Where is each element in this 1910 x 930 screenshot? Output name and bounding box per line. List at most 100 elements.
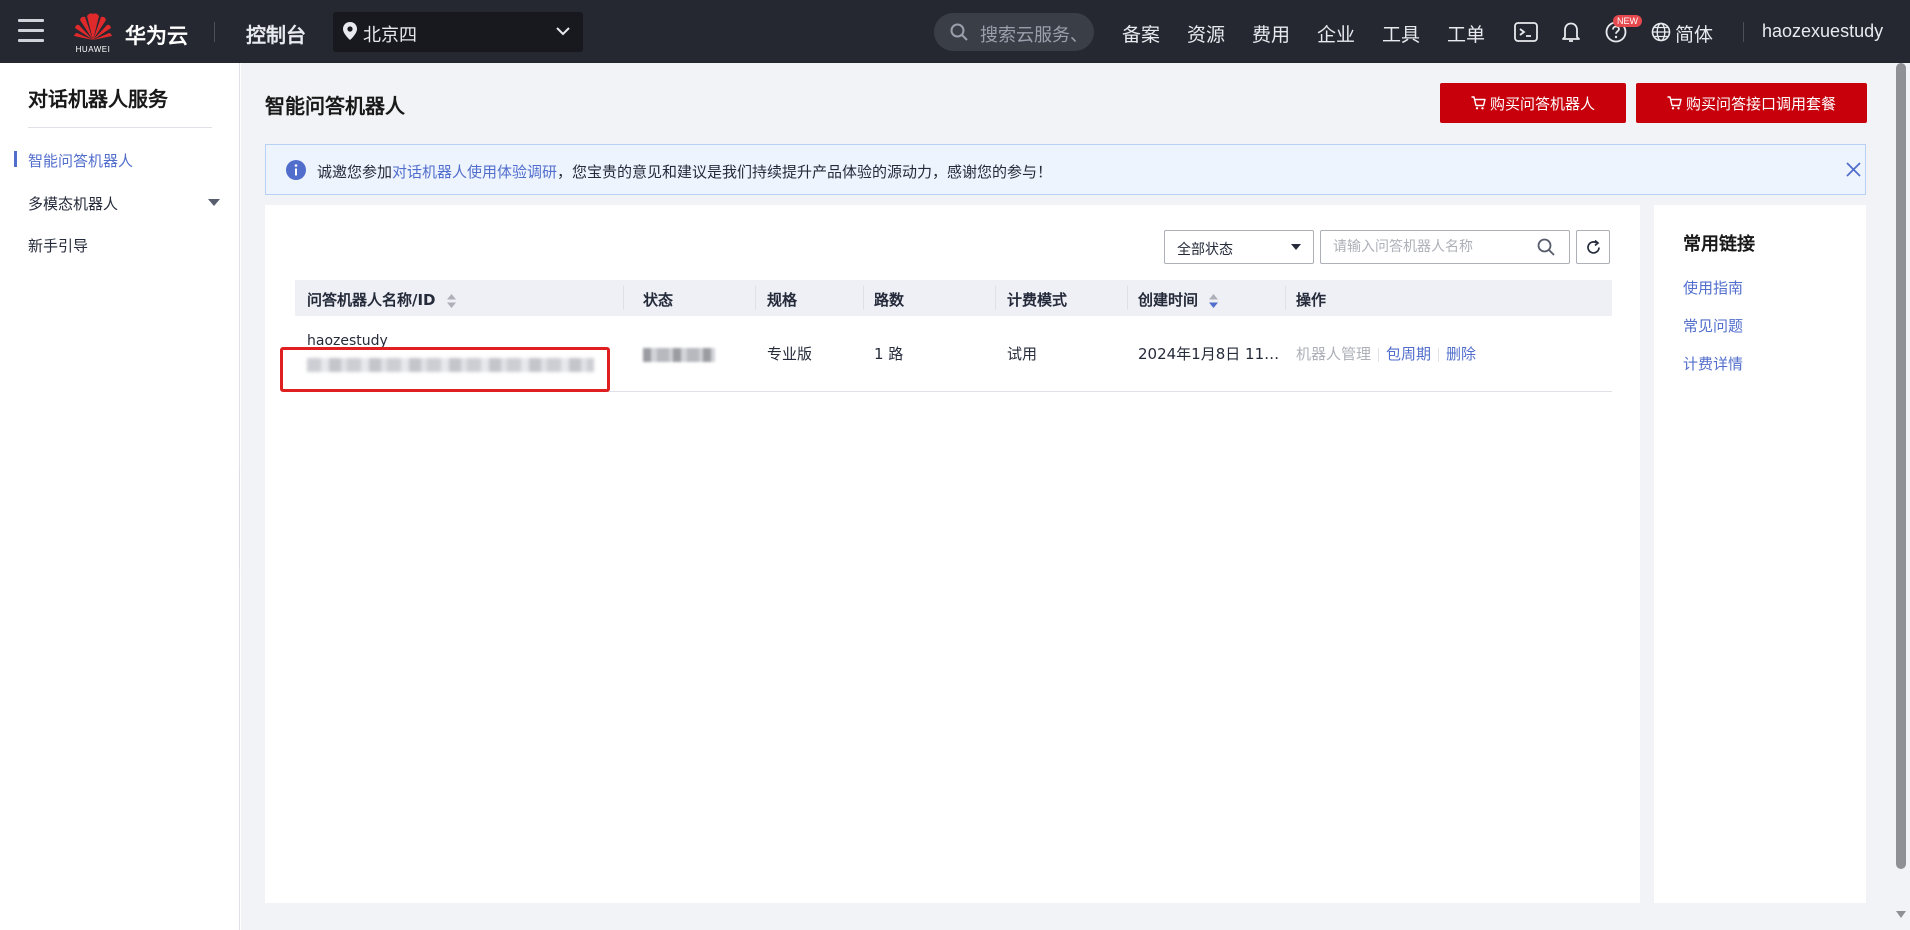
scrollbar-thumb[interactable] <box>1896 63 1906 869</box>
header-actions: 操作 <box>1296 291 1327 309</box>
cart-icon <box>1471 96 1486 110</box>
delete-action[interactable]: 删除 <box>1446 345 1476 363</box>
header-lines: 路数 <box>874 291 905 309</box>
logo-text: HUAWEI <box>75 45 111 54</box>
close-icon[interactable] <box>1846 162 1861 177</box>
header-created-label: 创建时间 <box>1138 291 1199 309</box>
page-title: 智能问答机器人 <box>265 94 405 118</box>
header-billing: 计费模式 <box>1007 291 1068 309</box>
scroll-down-icon[interactable] <box>1896 911 1906 919</box>
active-indicator <box>14 151 17 167</box>
globe-icon[interactable] <box>1651 22 1671 42</box>
header-spec: 规格 <box>767 291 798 309</box>
common-links-title: 常用链接 <box>1683 234 1755 255</box>
sidebar-item-beginner-guide[interactable]: 新手引导 <box>28 235 88 256</box>
action-divider <box>1438 347 1440 362</box>
status-filter-select[interactable]: 全部状态 <box>1164 230 1314 264</box>
link-faq[interactable]: 常见问题 <box>1683 315 1743 336</box>
notice-text: 诚邀您参加对话机器人使用体验调研，您宝贵的意见和建议是我们持续提升产品体验的源动… <box>317 161 1052 182</box>
header-name-id: 问答机器人名称/ID <box>307 289 456 310</box>
manage-robot-action[interactable]: 机器人管理 <box>1296 345 1371 363</box>
survey-link[interactable]: 对话机器人使用体验调研 <box>392 163 557 181</box>
action-divider <box>1378 347 1380 362</box>
chevron-down-icon <box>556 27 570 36</box>
search-icon[interactable] <box>1537 238 1555 256</box>
region-label: 北京四 <box>363 25 417 46</box>
column-separator <box>755 286 756 310</box>
nav-enterprise[interactable]: 企业 <box>1317 20 1355 47</box>
main-content: 智能问答机器人 购买问答机器人 购买问答接口调用套餐 诚邀您参加对话机器人使用体… <box>241 63 1892 930</box>
column-separator <box>1127 286 1128 310</box>
robot-lines: 1 路 <box>874 345 904 363</box>
common-links-panel: 常用链接 使用指南 常见问题 计费详情 <box>1654 205 1866 903</box>
column-separator <box>863 286 864 310</box>
sidebar-divider <box>28 127 212 128</box>
header-created: 创建时间 <box>1138 289 1219 310</box>
robot-name-search-input[interactable] <box>1320 230 1570 264</box>
subscription-action[interactable]: 包周期 <box>1386 345 1431 363</box>
column-separator <box>1285 286 1286 310</box>
sidebar-item-multimodal-robot[interactable]: 多模态机器人 <box>28 193 118 214</box>
nav-resources[interactable]: 资源 <box>1187 20 1225 47</box>
buy-robot-label: 购买问答机器人 <box>1489 94 1595 113</box>
refresh-icon <box>1587 239 1600 254</box>
header-name-id-label: 问答机器人名称/ID <box>307 291 436 309</box>
robot-name[interactable]: haozestudy <box>307 333 388 349</box>
brand-name[interactable]: 华为云 <box>125 20 188 50</box>
robot-created: 2024年1月8日 11… <box>1138 345 1280 363</box>
caret-down-icon[interactable] <box>208 199 220 207</box>
link-billing-details[interactable]: 计费详情 <box>1683 353 1743 374</box>
notice-prefix: 诚邀您参加 <box>317 163 393 181</box>
robot-billing: 试用 <box>1007 345 1038 363</box>
huawei-logo[interactable]: HUAWEI <box>68 10 118 54</box>
page-scrollbar[interactable] <box>1892 63 1910 930</box>
robot-spec: 专业版 <box>767 345 813 363</box>
sidebar-title: 对话机器人服务 <box>28 87 168 111</box>
caret-down-icon <box>1291 244 1301 250</box>
nav-beian[interactable]: 备案 <box>1122 20 1160 47</box>
global-search[interactable]: 搜索云服务、 <box>934 13 1094 51</box>
location-pin-icon <box>343 22 357 40</box>
column-separator <box>995 286 996 310</box>
robot-list-card: 全部状态 问答机器人名称/ID <box>265 205 1640 903</box>
table-row: haozestudy 专业版 1 路 试用 2024年1月8日 11… 机器人管… <box>280 316 1612 392</box>
bell-icon[interactable] <box>1561 21 1581 43</box>
robot-table: 问答机器人名称/ID 状态 规格 路数 计费模式 创建时间 操作 haozest… <box>280 280 1612 392</box>
username[interactable]: haozexuestudy <box>1762 21 1883 42</box>
user-divider <box>1743 22 1744 42</box>
table-header: 问答机器人名称/ID 状态 规格 路数 计费模式 创建时间 操作 <box>295 280 1612 316</box>
sidebar-item-qa-robot[interactable]: 智能问答机器人 <box>28 150 133 171</box>
survey-notice: 诚邀您参加对话机器人使用体验调研，您宝贵的意见和建议是我们持续提升产品体验的源动… <box>265 144 1866 195</box>
column-separator <box>623 286 624 310</box>
left-sidebar: 对话机器人服务 智能问答机器人 多模态机器人 新手引导 <box>0 63 240 930</box>
cloud-shell-icon[interactable] <box>1514 22 1538 42</box>
info-icon <box>286 160 306 180</box>
header-status: 状态 <box>643 291 674 309</box>
huawei-flower-icon <box>74 13 112 41</box>
status-redacted <box>643 348 715 362</box>
sort-icon[interactable] <box>446 293 456 308</box>
search-icon <box>950 23 968 41</box>
hamburger-menu-icon[interactable] <box>18 19 44 43</box>
buy-package-label: 购买问答接口调用套餐 <box>1685 94 1836 113</box>
refresh-button[interactable] <box>1576 230 1610 264</box>
new-badge: NEW <box>1613 15 1642 27</box>
nav-tickets[interactable]: 工单 <box>1447 20 1485 47</box>
link-user-guide[interactable]: 使用指南 <box>1683 277 1743 298</box>
sort-desc-icon[interactable] <box>1209 293 1219 308</box>
row-actions: 机器人管理 包周期 删除 <box>1296 343 1476 364</box>
nav-billing[interactable]: 费用 <box>1252 20 1290 47</box>
notice-suffix: ，您宝贵的意见和建议是我们持续提升产品体验的源动力，感谢您的参与！ <box>557 163 1053 181</box>
status-filter-value: 全部状态 <box>1177 242 1233 258</box>
region-selector[interactable]: 北京四 <box>333 12 583 52</box>
global-search-placeholder: 搜索云服务、 <box>980 25 1088 46</box>
top-navbar: HUAWEI 华为云 控制台 北京四 搜索云服务、 备案 资源 费用 企业 工具… <box>0 0 1910 63</box>
buy-robot-button[interactable]: 购买问答机器人 <box>1440 83 1626 123</box>
nav-divider <box>214 22 215 42</box>
robot-id-redacted <box>307 358 594 372</box>
cart-icon <box>1667 96 1682 110</box>
nav-tools[interactable]: 工具 <box>1382 20 1420 47</box>
language-switch[interactable]: 简体 <box>1675 20 1713 47</box>
buy-package-button[interactable]: 购买问答接口调用套餐 <box>1636 83 1867 123</box>
console-link[interactable]: 控制台 <box>246 19 306 48</box>
